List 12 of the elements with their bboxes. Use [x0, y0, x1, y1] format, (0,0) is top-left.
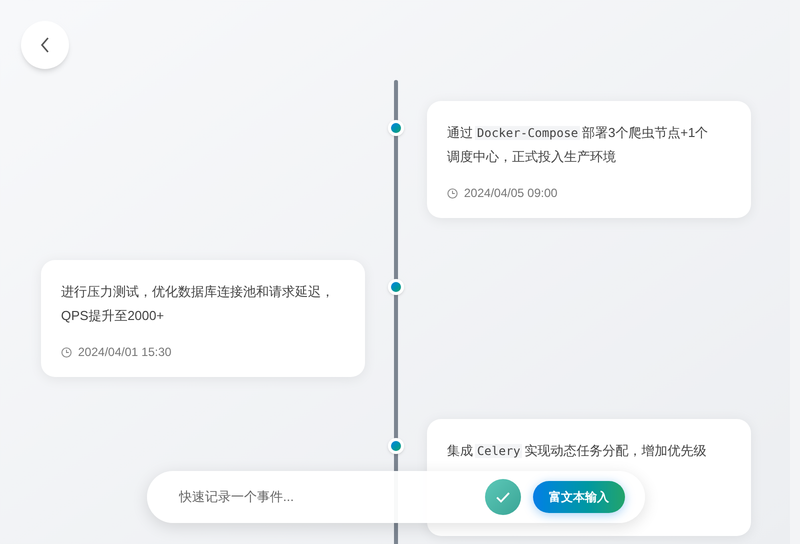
back-icon: [40, 37, 50, 53]
rich-text-button[interactable]: 富文本输入: [533, 481, 625, 513]
event-description: 集成 Celery 实现动态任务分配，增加优先级: [447, 442, 708, 460]
quick-input-field[interactable]: 快速记录一个事件...: [179, 487, 473, 507]
confirm-button[interactable]: [485, 479, 521, 515]
clock-icon: [447, 188, 458, 198]
event-description: 进行压力测试，优化数据库连接池和请求延迟，QPS提升至2000+: [61, 283, 335, 325]
event-description: 通过 Docker-Compose 部署3个爬虫节点+1个调度中心，正式投入生产环境: [447, 124, 710, 166]
check-icon: [496, 492, 510, 502]
event-time: 2024/04/05 09:00: [464, 185, 558, 202]
event-time: 2024/04/01 15:30: [78, 344, 172, 361]
clock-icon: [61, 346, 72, 358]
